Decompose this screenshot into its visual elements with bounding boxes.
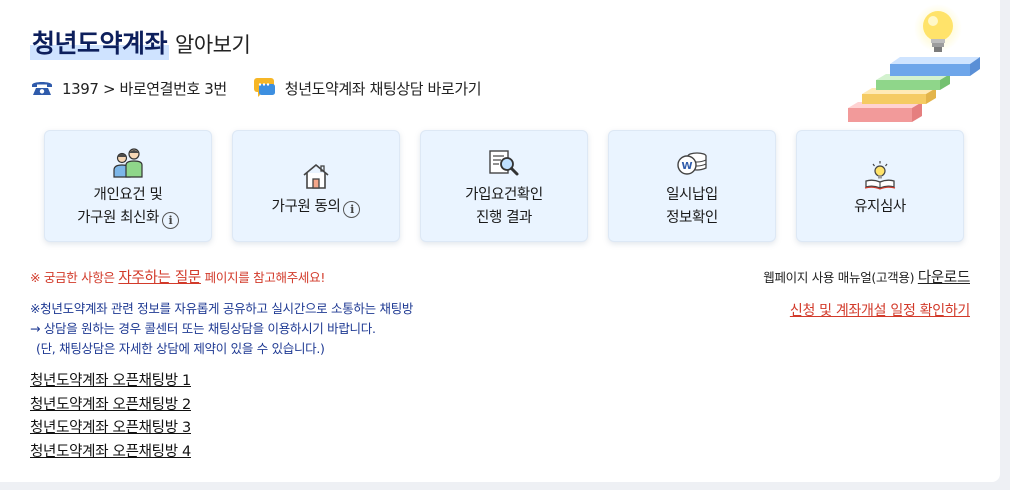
- document-search-icon: [487, 142, 521, 178]
- card-text: 개인요건 및 가구원 최신화 i: [77, 184, 179, 230]
- card-household-consent[interactable]: 가구원 동의 i: [232, 130, 400, 242]
- open-chat-room-link-3[interactable]: 청년도약계좌 오픈채팅방 3: [30, 417, 191, 441]
- card-label-line2: 정보확인: [666, 210, 718, 226]
- manual-download-link[interactable]: 다운로드: [918, 270, 970, 286]
- service-cards: 개인요건 및 가구원 최신화 i 가구원 동의 i 가입요건확인 진행 결과 W…: [44, 130, 964, 242]
- chat-info-line1: ※청년도약계좌 관련 정보를 자유롭게 공유하고 실시간으로 소통하는 채팅방: [30, 301, 414, 316]
- lightbulb-stairs-illustration: [840, 0, 990, 130]
- card-label-line1: 가구원 동의: [271, 198, 341, 215]
- faq-prefix: ※ 궁금한 사항은: [30, 270, 119, 285]
- phone-text: 1397 > 바로연결번호 3번: [62, 79, 227, 98]
- open-chat-room-list: 청년도약계좌 오픈채팅방 1 청년도약계좌 오픈채팅방 2 청년도약계좌 오픈채…: [30, 370, 191, 464]
- chat-info-line3: (단, 채팅상담은 자세한 상담에 제약이 있을 수 있습니다.): [36, 341, 325, 356]
- page-title-sub: 알아보기: [175, 33, 251, 57]
- card-text: 일시납입 정보확인: [666, 184, 718, 230]
- phone-icon: [30, 79, 54, 97]
- house-icon: [301, 154, 331, 190]
- chat-info-line2: → 상담을 원하는 경우 콜센터 또는 채팅상담을 이용하시기 바랍니다.: [30, 321, 376, 336]
- card-text: 유지심사: [854, 196, 906, 219]
- card-label-line1: 유지심사: [854, 198, 906, 215]
- open-chat-room-link-1[interactable]: 청년도약계좌 오픈채팅방 1: [30, 370, 191, 394]
- chat-consult-link[interactable]: 청년도약계좌 채팅상담 바로가기: [253, 76, 482, 100]
- card-text: 가구원 동의 i: [272, 196, 361, 219]
- phone-contact: 1397 > 바로연결번호 3번: [30, 78, 227, 99]
- card-label-line1: 개인요건 및: [93, 187, 163, 203]
- manual-text: 웹페이지 사용 매뉴얼(고객용): [763, 270, 918, 285]
- card-label-line1: 가입요건확인: [465, 187, 543, 203]
- card-maintenance-review[interactable]: 유지심사: [796, 130, 964, 242]
- info-icon[interactable]: i: [343, 200, 361, 218]
- contact-row: 1397 > 바로연결번호 3번 청년도약계좌 채팅상담 바로가기: [30, 76, 482, 100]
- chat-consult-text: 청년도약계좌 채팅상담 바로가기: [284, 79, 482, 98]
- open-chat-room-link-2[interactable]: 청년도약계좌 오픈채팅방 2: [30, 394, 191, 418]
- chat-bubble-icon: [253, 76, 277, 100]
- family-icon: [111, 142, 145, 178]
- card-label-line1: 일시납입: [666, 187, 718, 203]
- schedule-check-link[interactable]: 신청 및 계좌개설 일정 확인하기: [790, 300, 970, 320]
- book-lightbulb-icon: [863, 154, 897, 190]
- manual-download: 웹페이지 사용 매뉴얼(고객용) 다운로드: [763, 266, 970, 287]
- card-label-line2-wrap: 가구원 최신화 i: [77, 207, 179, 230]
- card-label-line2: 진행 결과: [476, 210, 532, 226]
- faq-notice: ※ 궁금한 사항은 자주하는 질문 페이지를 참고해주세요!: [30, 266, 325, 287]
- coins-icon: W: [675, 142, 709, 178]
- info-icon[interactable]: i: [161, 212, 179, 229]
- faq-link[interactable]: 자주하는 질문: [118, 270, 201, 286]
- chat-room-info: ※청년도약계좌 관련 정보를 자유롭게 공유하고 실시간으로 소통하는 채팅방 …: [30, 299, 413, 359]
- main-panel: 청년도약계좌 알아보기 1397 > 바로연결번호 3번 청년도약계좌 채팅상담…: [0, 0, 1000, 482]
- card-label-line2: 가구원 최신화: [77, 210, 159, 226]
- page-title: 청년도약계좌 알아보기: [30, 24, 251, 60]
- page-title-main: 청년도약계좌: [30, 24, 170, 60]
- card-text: 가입요건확인 진행 결과: [465, 184, 543, 230]
- faq-suffix: 페이지를 참고해주세요!: [200, 270, 326, 285]
- card-personal-info-update[interactable]: 개인요건 및 가구원 최신화 i: [44, 130, 212, 242]
- card-eligibility-result[interactable]: 가입요건확인 진행 결과: [420, 130, 588, 242]
- svg-text:W: W: [681, 161, 692, 172]
- card-lump-sum-info[interactable]: W 일시납입 정보확인: [608, 130, 776, 242]
- open-chat-room-link-4[interactable]: 청년도약계좌 오픈채팅방 4: [30, 441, 191, 465]
